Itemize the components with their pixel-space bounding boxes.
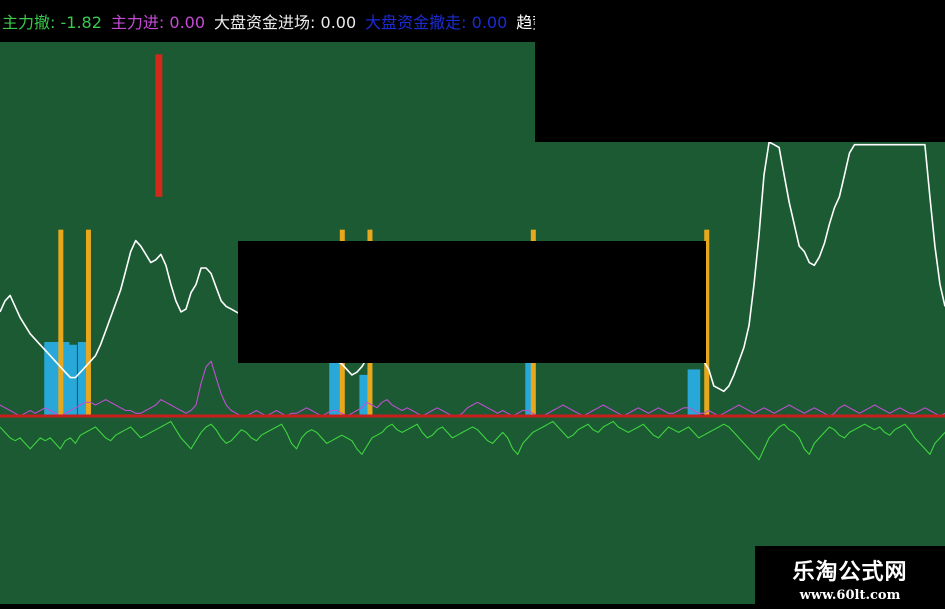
legend-item-2: 大盘资金进场: 0.00 bbox=[214, 13, 356, 33]
legend-value: -1.82 bbox=[55, 13, 102, 32]
watermark-title: 乐淘公式网 bbox=[792, 560, 908, 585]
site-watermark: 乐淘公式网 www.60lt.com bbox=[755, 546, 945, 609]
watermark-url: www.60lt.com bbox=[799, 588, 901, 603]
chart-frame: 主力撤: -1.82 主力进: 0.00 大盘资金进场: 0.00 大盘资金撤走: 0… bbox=[0, 0, 945, 609]
cyan-bar-6 bbox=[687, 369, 701, 416]
legend-value: 0.00 bbox=[164, 13, 206, 32]
legend-item-0: 主力撤: -1.82 bbox=[2, 13, 102, 33]
legend-label: 主力进: bbox=[110, 13, 165, 32]
legend-label: 大盘资金进场: bbox=[214, 13, 316, 32]
legend-value: 0.00 bbox=[315, 13, 357, 32]
orange-bar-1 bbox=[85, 229, 91, 416]
red-bar-0 bbox=[155, 54, 163, 197]
indicator-legend: 主力撤: -1.82 主力进: 0.00 大盘资金进场: 0.00 大盘资金撤走: 0… bbox=[0, 4, 678, 42]
cyan-bar-3 bbox=[329, 361, 341, 416]
legend-label: 大盘资金撤走: bbox=[365, 13, 467, 32]
legend-label: 主力撤: bbox=[2, 13, 56, 32]
redaction-block-top-right bbox=[535, 0, 945, 142]
redaction-block-center bbox=[238, 241, 706, 363]
orange-bar-0 bbox=[58, 229, 64, 416]
legend-value: 0.00 bbox=[466, 13, 508, 32]
legend-item-1: 主力进: 0.00 bbox=[111, 13, 205, 33]
cyan-bar-1 bbox=[67, 344, 77, 416]
legend-item-3: 大盘资金撤走: 0.00 bbox=[365, 13, 507, 33]
